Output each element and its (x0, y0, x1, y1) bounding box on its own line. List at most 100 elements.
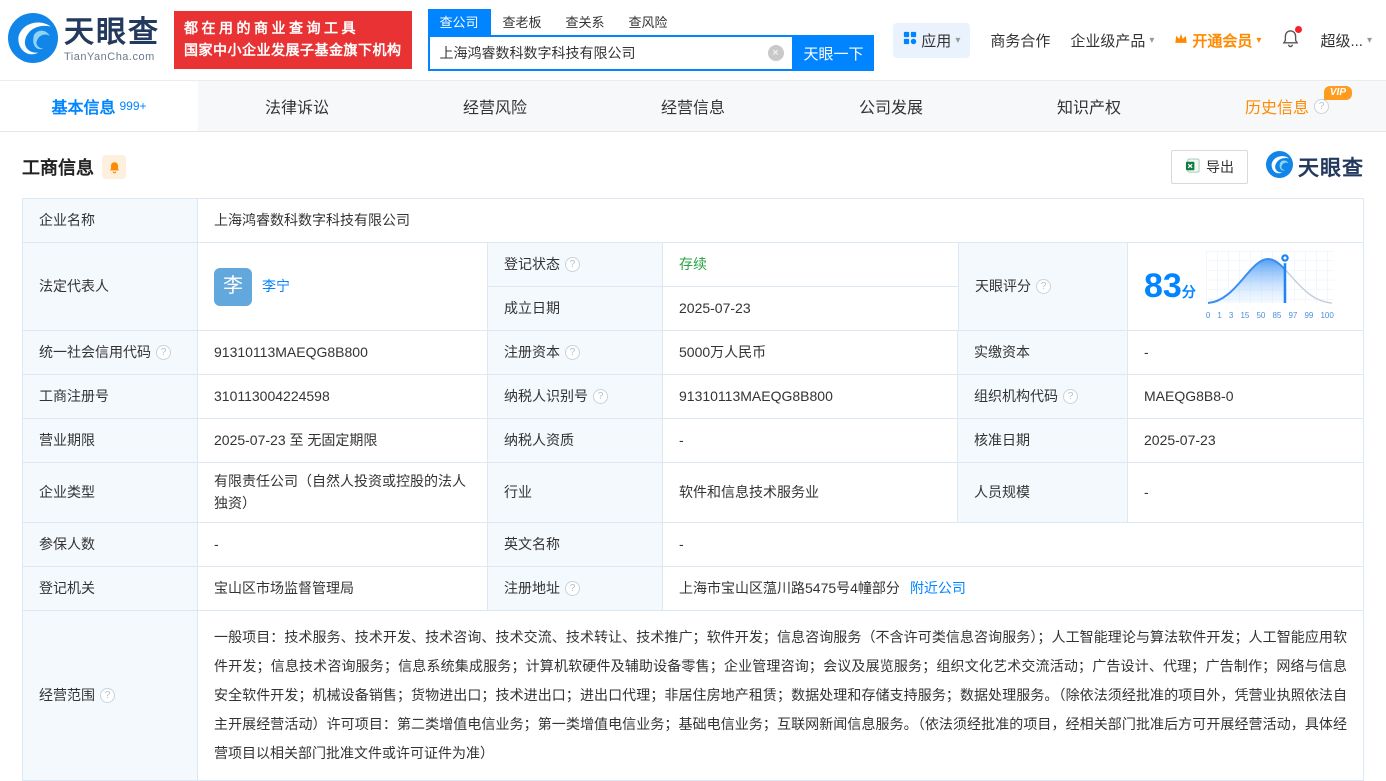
field-label: 天眼评分 (975, 277, 1031, 294)
help-icon[interactable]: ? (100, 688, 115, 704)
help-icon[interactable]: ? (565, 345, 580, 360)
caret-down-icon: ▾ (955, 34, 961, 46)
search-tabs: 查公司 查老板 查关系 查风险 (427, 9, 874, 35)
tab-label: 公司发展 (858, 100, 923, 117)
taxpayer-id-label: 纳税人识别号 ? (488, 375, 663, 418)
search-tab-company[interactable]: 查公司 (427, 9, 491, 35)
approval-date-value: 2025-07-23 (1128, 419, 1363, 462)
table-row: 统一社会信用代码 ? 91310113MAEQG8B800 注册资本 ? 500… (23, 331, 1363, 375)
insured-count-label: 参保人数 (23, 523, 198, 567)
tab-label: 基本信息 (51, 100, 116, 117)
logo-title: 天眼查 (64, 15, 160, 49)
org-code-label: 组织机构代码 ? (958, 375, 1128, 418)
reg-capital-value: 5000万人民币 (663, 331, 958, 374)
search-tab-boss[interactable]: 查老板 (491, 9, 554, 35)
table-row: 企业名称 上海鸿睿数科数字科技有限公司 (23, 199, 1363, 243)
help-icon[interactable]: ? (156, 345, 171, 360)
notifications-bell[interactable] (1281, 25, 1303, 52)
establish-date-label: 成立日期 (488, 287, 663, 330)
reg-capital-label: 注册资本 ? (488, 331, 663, 374)
search-tab-risk[interactable]: 查风险 (617, 9, 680, 35)
clear-search-icon[interactable]: × (767, 45, 784, 61)
help-icon[interactable]: ? (593, 389, 608, 404)
subscribe-bell-button[interactable] (102, 155, 126, 179)
business-term-value: 2025-07-23 至 无固定期限 (198, 419, 488, 462)
business-scope-label: 经营范围 ? (23, 611, 198, 781)
avatar[interactable]: 李 (214, 267, 252, 306)
table-row: 登记机关 宝山区市场监督管理局 注册地址 ? 上海市宝山区蕰川路5475号4幢部… (23, 567, 1363, 612)
industry-label: 行业 (488, 463, 663, 523)
credit-code-label: 统一社会信用代码 ? (23, 331, 198, 374)
search-tab-relation[interactable]: 查关系 (554, 9, 617, 35)
top-header: 天眼查 TianYanCha.com 都在用的商业查询工具 国家中小企业发展子基… (0, 0, 1386, 80)
nav-super-account[interactable]: 超级... ▾ (1320, 30, 1372, 51)
help-icon[interactable]: ? (1314, 98, 1329, 114)
help-icon[interactable]: ? (565, 581, 580, 597)
company-name-value: 上海鸿睿数科数字科技有限公司 (198, 199, 1363, 242)
tab-history-info[interactable]: VIP 历史信息 ? (1188, 81, 1386, 131)
org-code-value: MAEQG8B8-0 (1128, 375, 1363, 418)
help-icon[interactable]: ? (565, 257, 580, 272)
field-label: 统一社会信用代码 (39, 343, 151, 360)
apps-label: 应用 (921, 32, 952, 50)
search-box: × (427, 35, 794, 71)
search-button[interactable]: 天眼一下 (793, 35, 874, 71)
promo-banner: 都在用的商业查询工具 国家中小企业发展子基金旗下机构 (174, 11, 412, 69)
caret-down-icon: ▾ (1256, 34, 1262, 46)
table-row: 企业类型 有限责任公司（自然人投资或控股的法人独资） 行业 软件和信息技术服务业… (23, 463, 1363, 524)
export-label: 导出 (1206, 159, 1234, 175)
super-label: 超级... (1320, 32, 1363, 50)
score-distribution-chart: 0 1 3 15 50 85 97 99 100 (1205, 250, 1334, 322)
tab-label: 经营信息 (660, 100, 725, 117)
tab-operation-info[interactable]: 经营信息 (594, 81, 792, 131)
score-value[interactable]: 83分 0 1 3 15 50 85 97 99 100 (1128, 243, 1363, 330)
tab-basic-info[interactable]: 基本信息 999+ (0, 81, 198, 131)
notification-dot (1295, 25, 1303, 33)
field-label: 注册资本 (504, 343, 560, 360)
top-nav: 应用 ▾ 商务合作 企业级产品 ▾ 开通会员 ▾ 超级... ▾ (893, 22, 1372, 58)
tab-label: 法律诉讼 (264, 100, 329, 117)
field-label: 组织机构代码 (974, 387, 1058, 404)
reg-address-value: 上海市宝山区蕰川路5475号4幢部分 附近公司 (663, 567, 1363, 611)
tab-company-development[interactable]: 公司发展 (792, 81, 990, 131)
help-icon[interactable]: ? (1063, 389, 1078, 404)
industry-value: 软件和信息技术服务业 (663, 463, 958, 523)
credit-code-value: 91310113MAEQG8B800 (198, 331, 488, 374)
tianyancha-logo-icon (8, 12, 58, 68)
tianyancha-logo-icon (1266, 151, 1293, 183)
score-label: 天眼评分 ? (958, 243, 1128, 330)
bell-icon (109, 161, 119, 173)
score-unit: 分 (1181, 284, 1196, 301)
reg-number-value: 310113004224598 (198, 375, 488, 418)
tab-operation-risk[interactable]: 经营风险 (396, 81, 594, 131)
english-name-value: - (663, 523, 1363, 567)
brand-watermark: 天眼查 (1266, 151, 1364, 183)
legal-rep-link[interactable]: 李宁 (262, 276, 290, 298)
tab-legal-proceedings[interactable]: 法律诉讼 (198, 81, 396, 131)
enterprise-label: 企业级产品 (1070, 32, 1146, 50)
apps-menu[interactable]: 应用 ▾ (893, 22, 971, 58)
nav-open-membership[interactable]: 开通会员 ▾ (1174, 30, 1261, 51)
reg-authority-label: 登记机关 (23, 567, 198, 611)
address-text: 上海市宝山区蕰川路5475号4幢部分 (679, 580, 900, 597)
help-icon[interactable]: ? (1036, 279, 1051, 294)
promo-line1: 都在用的商业查询工具 (184, 20, 359, 37)
reg-number-label: 工商注册号 (23, 375, 198, 418)
nearby-companies-link[interactable]: 附近公司 (910, 578, 966, 600)
field-label: 纳税人识别号 (504, 387, 588, 404)
nav-business-cooperation[interactable]: 商务合作 (990, 30, 1050, 51)
export-button[interactable]: 导出 (1171, 150, 1248, 184)
brand-name: 天眼查 (1298, 157, 1364, 180)
business-info-table: 企业名称 上海鸿睿数科数字科技有限公司 法定代表人 李 李宁 登记状态 ? 存续… (22, 198, 1364, 781)
section-tabbar: 基本信息 999+ 法律诉讼 经营风险 经营信息 公司发展 知识产权 VIP 历… (0, 80, 1386, 132)
vip-badge: VIP (1323, 86, 1352, 100)
main-content: 工商信息 导出 天眼查 企业名称 上海鸿睿数科数字科技有限公司 法定代表人 李 … (0, 132, 1386, 781)
staff-size-value: - (1128, 463, 1363, 523)
company-type-label: 企业类型 (23, 463, 198, 523)
field-label: 登记状态 (504, 255, 560, 272)
company-name-label: 企业名称 (23, 199, 198, 242)
tab-intellectual-property[interactable]: 知识产权 (990, 81, 1188, 131)
nav-enterprise-products[interactable]: 企业级产品 ▾ (1070, 30, 1154, 51)
site-logo[interactable]: 天眼查 TianYanCha.com (8, 12, 160, 68)
search-input[interactable] (429, 37, 792, 69)
